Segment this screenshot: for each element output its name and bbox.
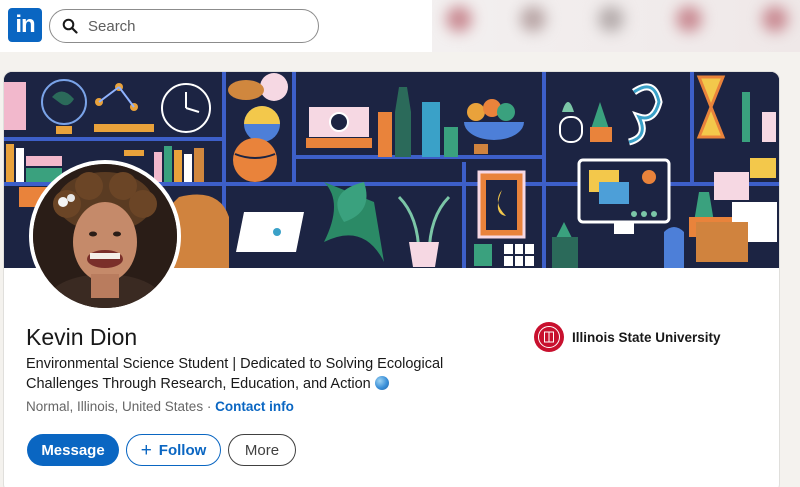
more-button[interactable]: More (228, 434, 296, 466)
plus-icon: + (140, 439, 152, 461)
globe-emoji-icon (374, 376, 389, 390)
follow-button[interactable]: + Follow (126, 434, 221, 466)
profile-photo[interactable] (29, 160, 181, 312)
profile-photo-image (33, 164, 177, 308)
university-seal-icon (534, 322, 564, 352)
university-name: Illinois State University (572, 329, 721, 345)
location-text: Normal, Illinois, United States (26, 399, 204, 414)
blurred-nav-icons (432, 0, 800, 52)
profile-headline: Environmental Science Student | Dedicate… (26, 354, 496, 394)
search-icon (62, 18, 78, 34)
search-bar[interactable]: Search (49, 9, 319, 43)
profile-name: Kevin Dion (26, 324, 138, 350)
linkedin-logo[interactable]: in (8, 8, 42, 42)
message-button[interactable]: Message (27, 434, 119, 466)
location-separator: · (206, 399, 212, 414)
follow-label: Follow (158, 441, 207, 459)
logo-text: in (15, 11, 35, 38)
contact-info-link[interactable]: Contact info (215, 399, 294, 414)
profile-location-line: Normal, Illinois, United States · Contac… (26, 399, 294, 414)
search-placeholder: Search (88, 17, 136, 35)
profile-card: Kevin Dion Environmental Science Student… (4, 72, 779, 487)
education-entry[interactable]: Illinois State University (534, 322, 721, 352)
top-nav: in Search (0, 0, 800, 52)
